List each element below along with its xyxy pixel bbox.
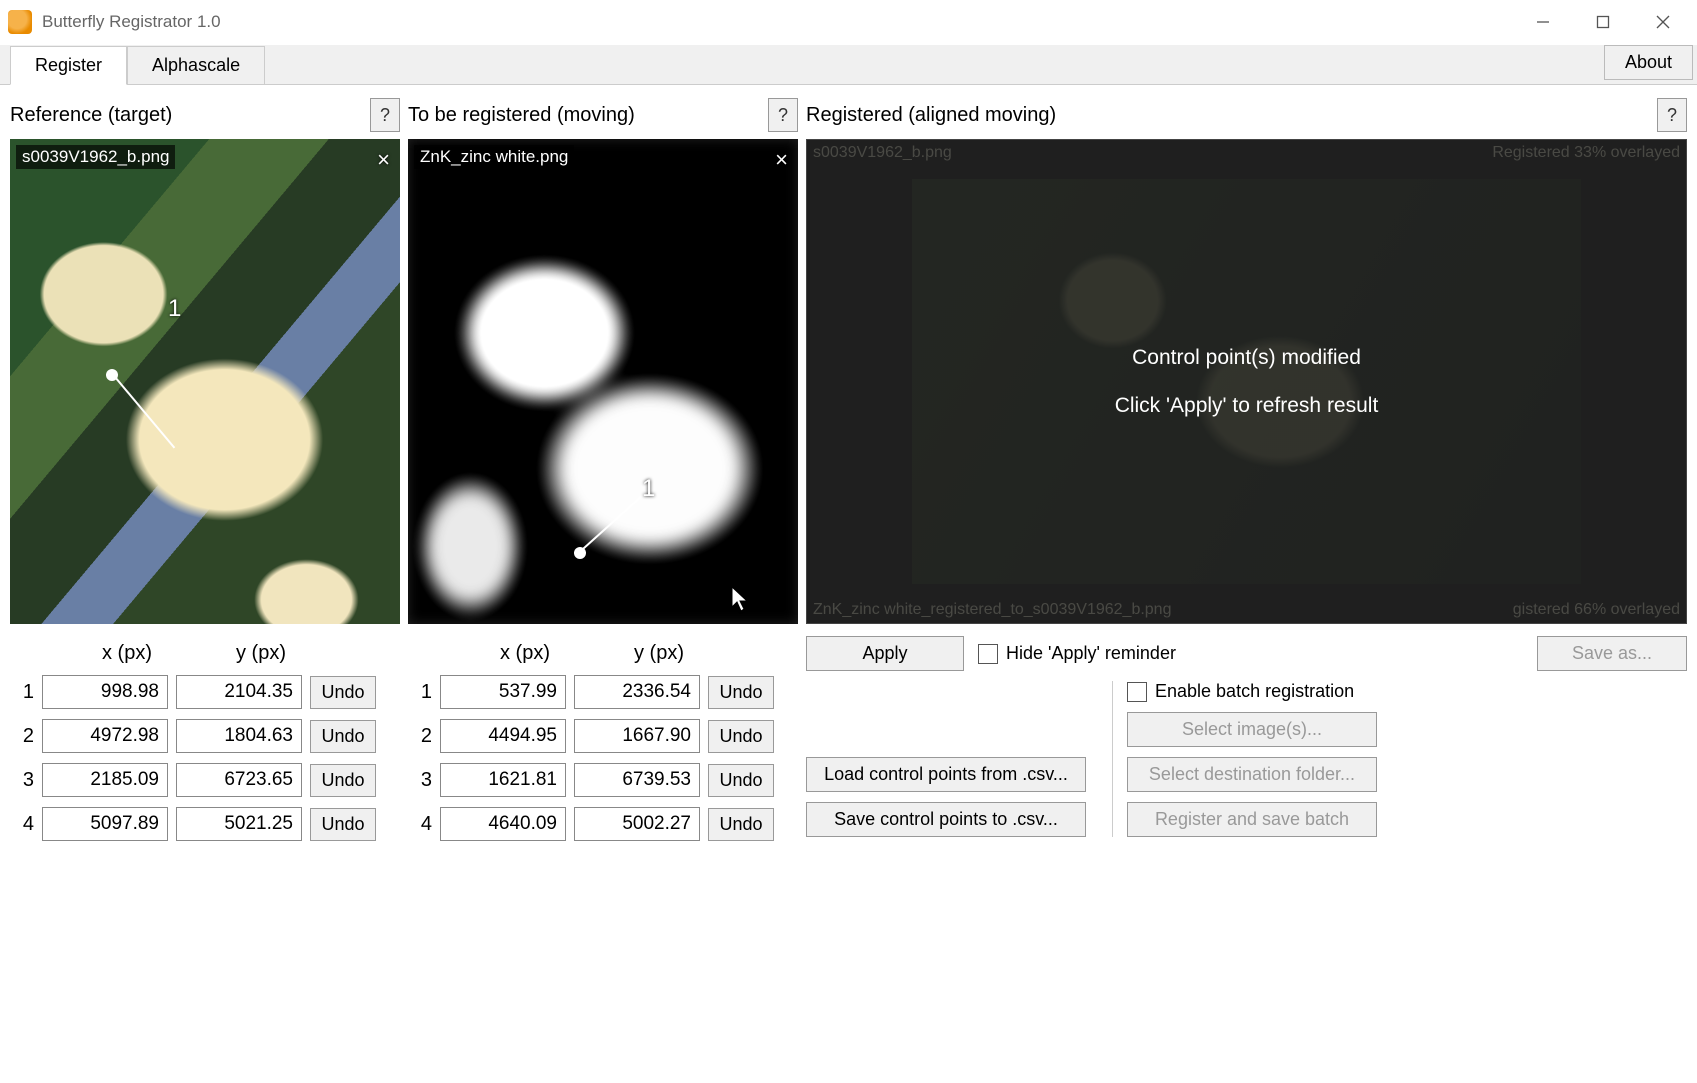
ref-row-index: 4 [10,813,34,836]
mov-undo-button-4[interactable]: Undo [708,808,774,841]
ref-x-input-2[interactable] [42,719,168,753]
apply-button[interactable]: Apply [806,636,964,671]
mov-y-input-1[interactable] [574,675,700,709]
mov-undo-button-3[interactable]: Undo [708,764,774,797]
reference-clear-icon[interactable]: × [377,147,390,173]
overlay-msg-line-1: Control point(s) modified [1132,346,1361,370]
moving-filename: ZnK_zinc white.png [414,145,574,169]
checkbox-box-icon [1127,682,1147,702]
titlebar: Butterfly Registrator 1.0 [0,0,1697,45]
moving-help-button[interactable]: ? [768,98,798,132]
maximize-button[interactable] [1573,0,1633,45]
app-icon [8,10,32,34]
ref-row-index: 1 [10,681,34,704]
ref-y-input-1[interactable] [176,675,302,709]
enable-batch-label: Enable batch registration [1155,681,1354,702]
mov-x-input-1[interactable] [440,675,566,709]
ref-y-input-3[interactable] [176,763,302,797]
ref-undo-button-4[interactable]: Undo [310,808,376,841]
minimize-button[interactable] [1513,0,1573,45]
checkbox-box-icon [978,644,998,664]
mov-x-input-3[interactable] [440,763,566,797]
mov-row-index: 4 [408,813,432,836]
ref-y-input-4[interactable] [176,807,302,841]
save-as-button[interactable]: Save as... [1537,636,1687,671]
ref-x-input-3[interactable] [42,763,168,797]
close-button[interactable] [1633,0,1693,45]
ref-undo-button-1[interactable]: Undo [310,676,376,709]
mov-row-index: 2 [408,725,432,748]
mov-undo-button-2[interactable]: Undo [708,720,774,753]
moving-image-viewport[interactable]: ZnK_zinc white.png × 1 [408,139,798,624]
ref-row-index: 3 [10,769,34,792]
mov-y-input-3[interactable] [574,763,700,797]
hide-reminder-label: Hide 'Apply' reminder [1006,643,1176,664]
moving-coord-header: x (px) y (px) [408,642,798,665]
col-x-label: x (px) [458,642,592,665]
moving-clear-icon[interactable]: × [775,147,788,173]
mov-row-index: 1 [408,681,432,704]
moving-title: To be registered (moving) [408,104,768,127]
tab-alphascale[interactable]: Alphascale [127,46,265,84]
ref-x-input-1[interactable] [42,675,168,709]
reference-image-viewport[interactable]: s0039V1962_b.png × 1 [10,139,400,624]
mov-x-input-2[interactable] [440,719,566,753]
run-batch-button[interactable]: Register and save batch [1127,802,1377,837]
select-images-button[interactable]: Select image(s)... [1127,712,1377,747]
col-y-label: y (px) [194,642,328,665]
reference-filename: s0039V1962_b.png [16,145,175,169]
about-button[interactable]: About [1604,45,1693,80]
mov-row-index: 3 [408,769,432,792]
mov-x-input-4[interactable] [440,807,566,841]
col-y-label: y (px) [592,642,726,665]
ref-control-label-1: 1 [168,295,181,323]
save-csv-button[interactable]: Save control points to .csv... [806,802,1086,837]
reference-title: Reference (target) [10,104,370,127]
select-destination-button[interactable]: Select destination folder... [1127,757,1377,792]
reference-image [10,139,400,624]
moving-image [408,139,798,624]
mov-y-input-2[interactable] [574,719,700,753]
mov-undo-button-1[interactable]: Undo [708,676,774,709]
ref-undo-button-2[interactable]: Undo [310,720,376,753]
col-x-label: x (px) [60,642,194,665]
ref-x-input-4[interactable] [42,807,168,841]
window-title: Butterfly Registrator 1.0 [42,12,221,32]
tab-register[interactable]: Register [10,46,127,85]
overlay-msg-line-2: Click 'Apply' to refresh result [1115,394,1379,418]
result-image-viewport[interactable]: s0039V1962_b.png Registered 33% overlaye… [806,139,1687,624]
hide-reminder-checkbox[interactable]: Hide 'Apply' reminder [978,643,1176,664]
load-csv-button[interactable]: Load control points from .csv... [806,757,1086,792]
ref-undo-button-3[interactable]: Undo [310,764,376,797]
enable-batch-checkbox[interactable]: Enable batch registration [1127,681,1687,702]
result-help-button[interactable]: ? [1657,98,1687,132]
tabstrip: Register Alphascale About [0,45,1697,85]
mov-y-input-4[interactable] [574,807,700,841]
reference-coord-header: x (px) y (px) [10,642,400,665]
result-title: Registered (aligned moving) [806,104,1657,127]
mov-control-label-1: 1 [642,475,655,503]
cursor-icon [730,585,750,613]
result-overlay-message: Control point(s) modified Click 'Apply' … [807,140,1686,623]
ref-row-index: 2 [10,725,34,748]
reference-help-button[interactable]: ? [370,98,400,132]
ref-y-input-2[interactable] [176,719,302,753]
